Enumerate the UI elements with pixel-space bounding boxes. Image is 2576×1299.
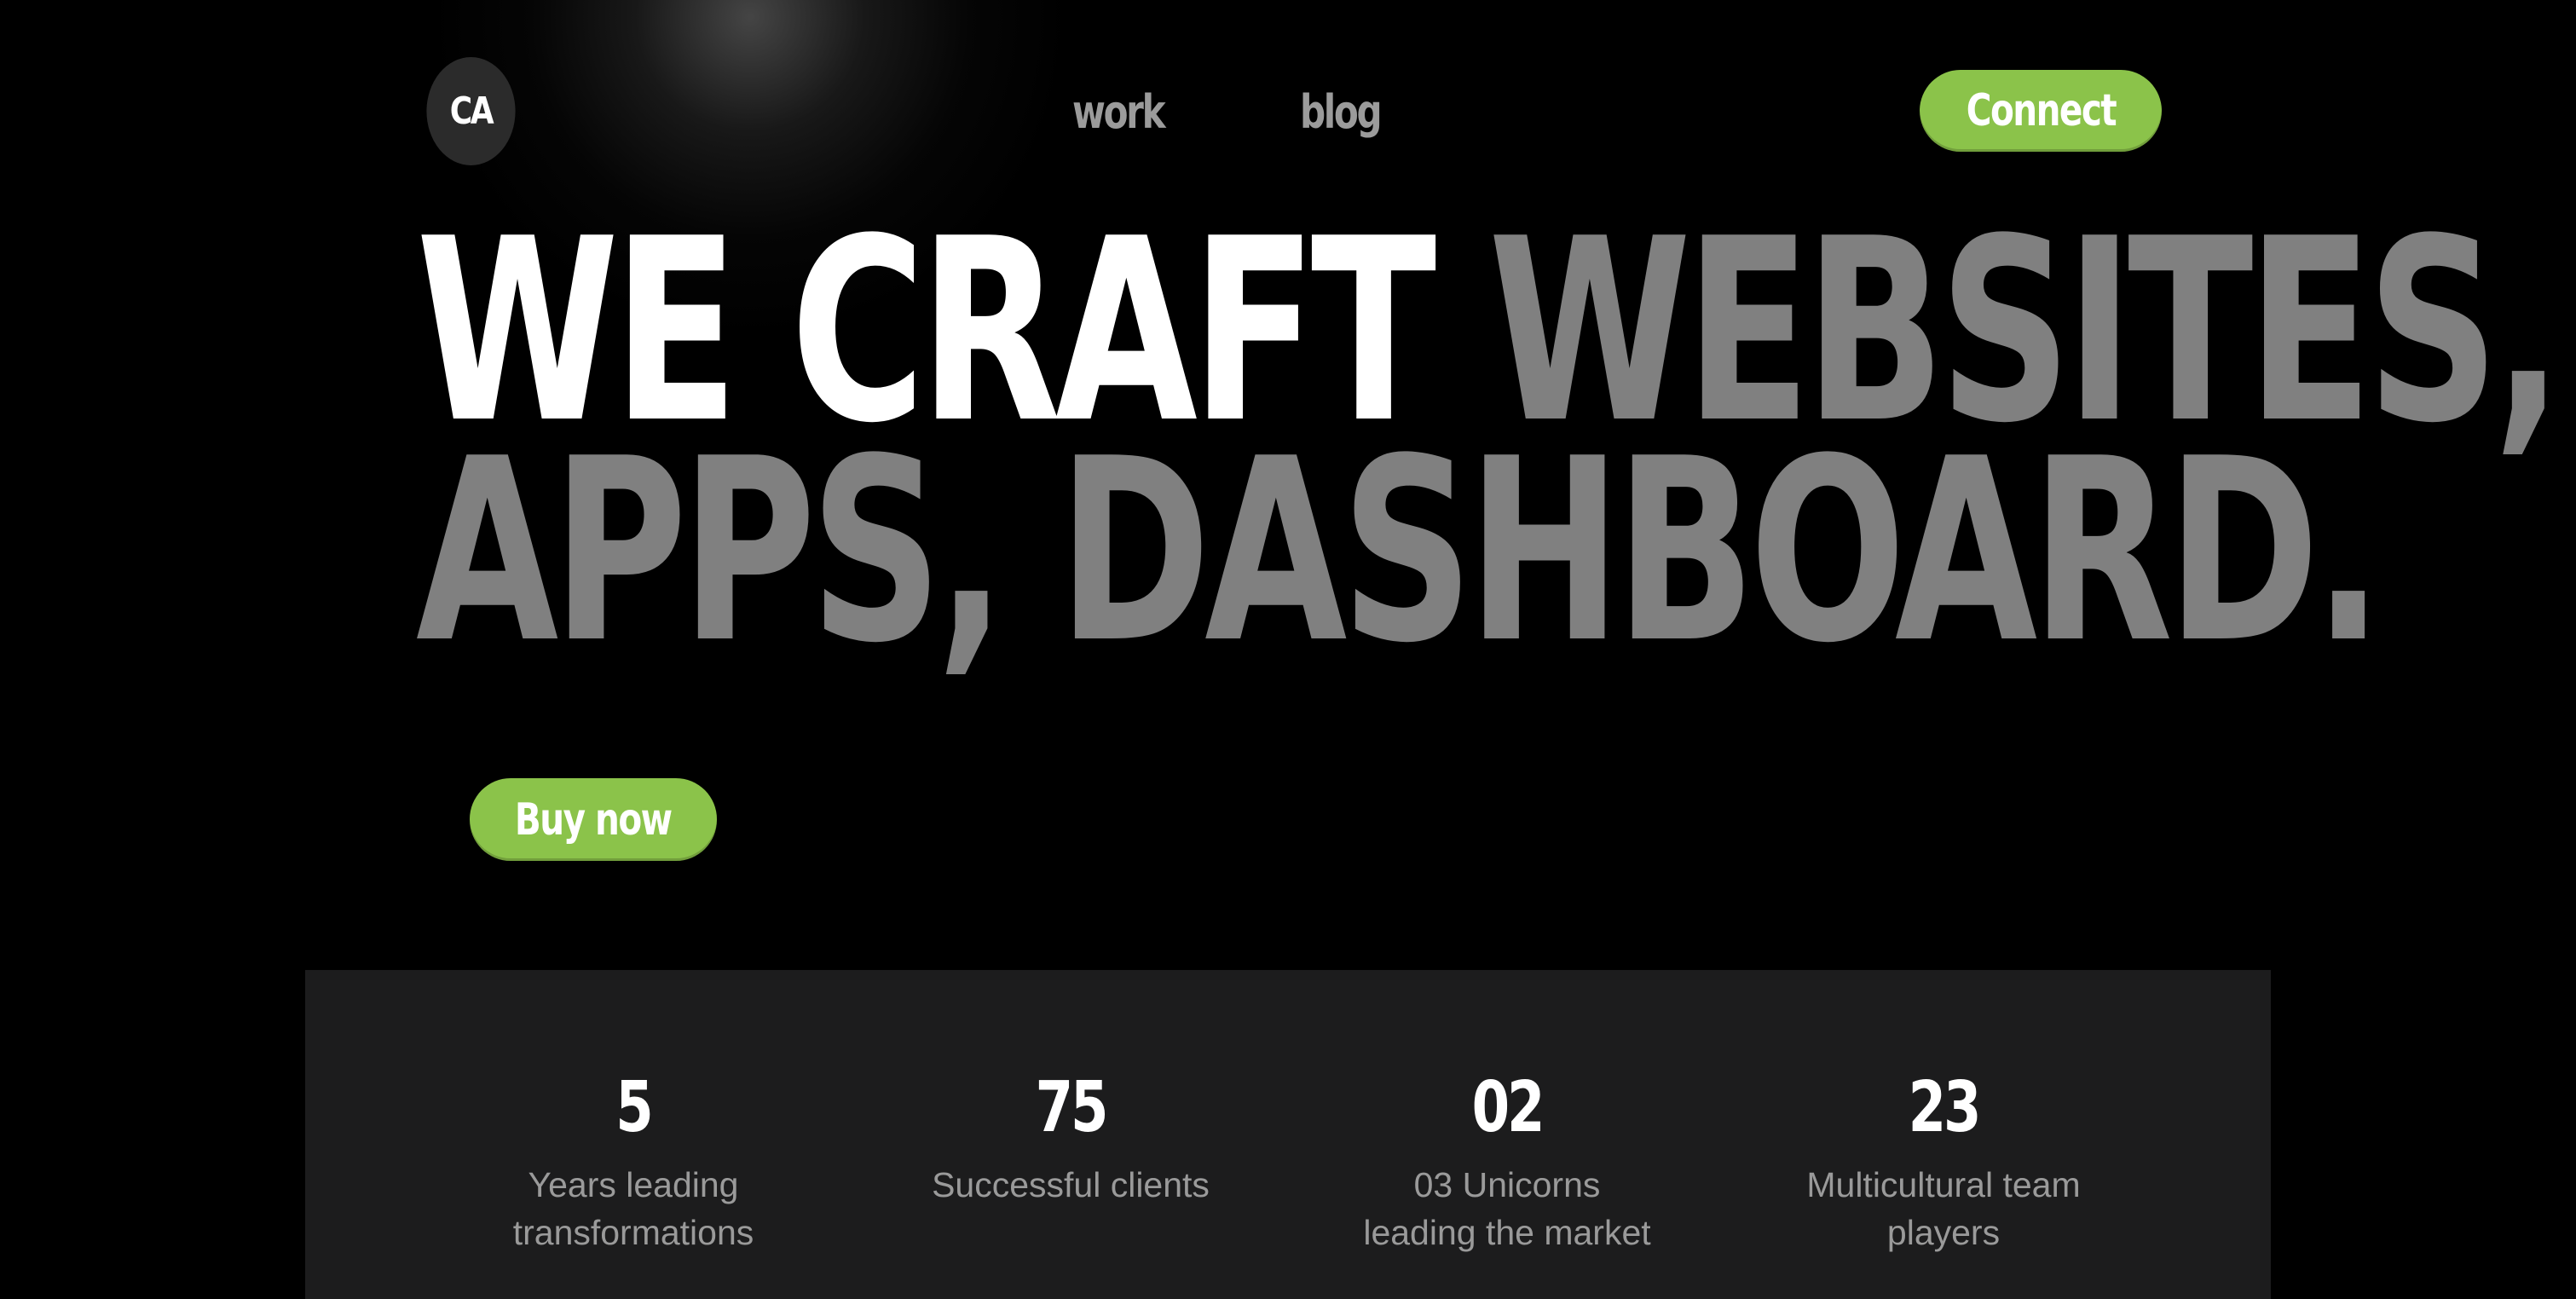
stat-number: 75	[1035, 1067, 1109, 1148]
stat-item-unicorns: 02 03 Unicorns leading the market	[1328, 1065, 1686, 1256]
nav-link-work[interactable]: work	[1072, 78, 1166, 147]
stat-number: 02	[1471, 1067, 1545, 1148]
stat-label: 03 Unicorns leading the market	[1363, 1165, 1651, 1252]
hero-headline: WE CRAFT WEBSITES, APPS, DASHBOARD.	[416, 205, 2563, 678]
stat-item-clients: 75 Successful clients	[892, 1065, 1250, 1209]
stat-number: 5	[615, 1067, 654, 1148]
stat-label: Multicultural team players	[1806, 1165, 2081, 1252]
stat-item-years: 5 Years leading transformations	[454, 1065, 812, 1256]
stat-number: 23	[1908, 1067, 1982, 1148]
headline-gray-text-line2: APPS, DASHBOARD.	[416, 404, 2383, 698]
buy-now-button-label: Buy now	[515, 794, 673, 846]
nav-link-blog[interactable]: blog	[1300, 78, 1383, 147]
stat-label: Years leading transformations	[512, 1165, 754, 1252]
logo[interactable]: CA	[426, 57, 516, 165]
buy-now-button[interactable]: Buy now	[470, 778, 717, 861]
stat-item-team: 23 Multicultural team players	[1765, 1065, 2123, 1256]
connect-button-label: Connect	[1966, 85, 2117, 136]
connect-button[interactable]: Connect	[1920, 70, 2162, 152]
stat-label: Successful clients	[932, 1165, 1210, 1204]
